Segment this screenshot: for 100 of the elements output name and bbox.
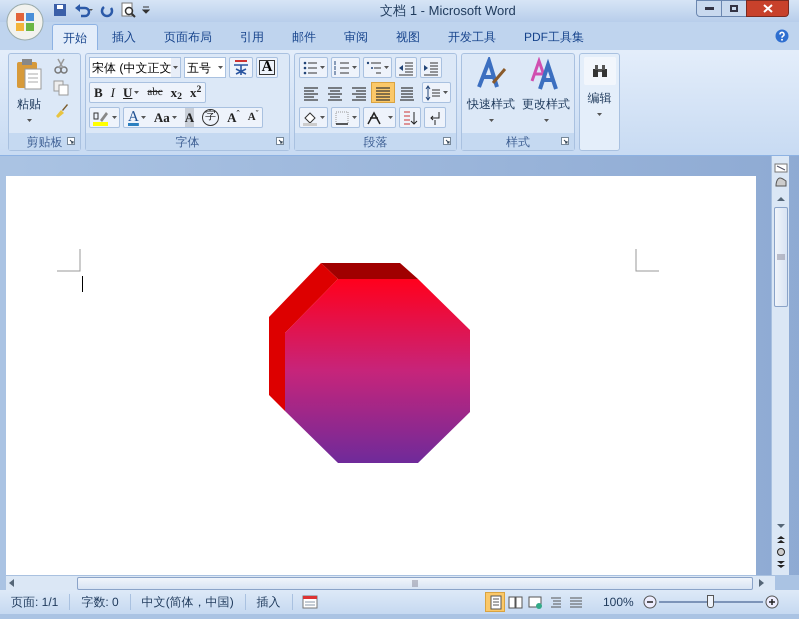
binoculars-icon [592,64,608,78]
dropdown-caret-icon [112,116,117,119]
paragraph-marks-button[interactable] [424,107,446,128]
minimize-button[interactable] [696,0,722,17]
font-format-button[interactable]: abc [143,83,167,102]
dialog-launcher-icon[interactable] [561,137,569,145]
dropdown-caret-icon [544,119,548,122]
align-right-icon [351,84,367,100]
line-spacing-icon [425,84,441,100]
highlight-button[interactable] [89,107,120,128]
dropdown-caret-icon [597,113,602,116]
scroll-left-arrow-icon[interactable] [8,579,14,587]
brush-icon[interactable] [53,102,69,118]
shading-bucket-button[interactable] [299,107,328,128]
scroll-up-arrow-icon[interactable] [776,196,784,201]
increase-indent-icon [423,60,439,76]
ribbon-tab[interactable]: PDF工具集 [510,24,598,50]
ribbon-tab[interactable]: 邮件 [278,24,330,50]
sort-button[interactable] [399,107,421,128]
group-label: 剪贴板 [26,134,62,150]
font-format-button[interactable]: Aa [150,108,181,127]
font-format-button[interactable]: A [124,108,150,127]
zoom-level-text: 100% [603,594,635,611]
scrollbar-thumb[interactable] [77,576,753,590]
ribbon-tab[interactable]: 开发工具 [434,24,510,50]
dropdown-caret-icon [352,116,357,119]
phonetic-guide-button[interactable] [229,57,253,78]
numbering-icon [334,60,350,76]
scissors-icon[interactable] [53,58,69,74]
zoom-in-icon[interactable] [765,595,779,609]
customize-menu-icon[interactable] [142,6,150,14]
ribbon-tab[interactable]: 插入 [98,24,150,50]
style-button[interactable]: 快速样式 [465,57,517,133]
undo-icon[interactable] [74,2,94,18]
ribbon-tab[interactable]: 页面布局 [150,24,226,50]
reading-view-icon [508,594,522,610]
numbering-button[interactable] [331,57,360,78]
line-spacing-button[interactable] [422,82,451,103]
font-format-button[interactable]: A$^{ˆ}$ [223,108,244,127]
calendar-icon[interactable] [302,595,318,609]
window-title: 文档 1 - Microsoft Word [380,2,516,20]
dropdown-caret-icon [488,119,494,122]
next-page-icon[interactable] [776,561,784,569]
close-button[interactable] [746,0,789,17]
scroll-down-arrow-icon[interactable] [776,524,784,529]
help-icon [775,29,789,43]
dropdown-caret-icon [218,66,223,69]
font-size-field[interactable]: 五号 [184,57,226,78]
font-format-button[interactable]: A$^{ˇ}$ [244,108,262,127]
previous-page-icon[interactable] [776,535,784,543]
decrease-indent-icon [398,60,414,76]
character-border-button[interactable]: A [256,57,278,78]
ribbon-tab[interactable]: 引用 [226,24,278,50]
justify-button[interactable] [371,82,395,103]
font-format-button[interactable]: x$_{2}$ [166,83,186,102]
ribbon-tab[interactable]: 开始 [52,24,98,50]
dialog-launcher-icon[interactable] [276,137,284,145]
text-cursor [82,276,83,292]
font-name-field[interactable]: 宋体 (中文正文 [89,57,181,78]
font-format-button[interactable]: x$^{2}$ [186,83,206,102]
print-preview-icon[interactable] [120,2,136,18]
chinese-layout-button[interactable] [363,107,396,128]
distributed-icon [399,84,415,100]
corner-mark-icon [635,249,659,272]
status-text: 中文(简体，中国) [130,594,246,610]
font-format-button[interactable]: I [106,83,120,102]
paste-button[interactable]: 粘贴 [9,54,49,133]
group-label: 段落 [364,134,388,150]
ribbon-tab[interactable]: 审阅 [330,24,382,50]
bullets-button[interactable] [299,57,328,78]
print-layout-icon [488,594,502,610]
bullets-icon [302,60,318,76]
browse-object-icon[interactable] [776,548,784,556]
align-left-icon [303,84,319,100]
restore-button[interactable] [722,0,746,17]
zoom-slider[interactable] [659,595,763,609]
view-button[interactable] [485,592,505,612]
shading-bucket-icon [302,110,318,126]
scroll-right-arrow-icon[interactable] [759,579,765,587]
borders-icon [334,110,350,126]
decrease-indent-button[interactable] [395,57,417,78]
grip-lines-icon [412,580,418,586]
dialog-launcher-icon[interactable] [443,137,451,145]
ribbon-tab[interactable]: 视图 [382,24,434,50]
multilevel-list-button[interactable] [363,57,392,78]
font-format-button[interactable]: U [119,83,144,102]
group-label: 样式 [506,134,530,150]
copy-icon[interactable] [53,80,69,96]
zoom-slider-thumb[interactable] [707,595,714,608]
increase-indent-button[interactable] [420,57,442,78]
style-button[interactable]: 更改样式 [520,57,572,133]
scrollbar-thumb[interactable] [774,207,788,307]
font-format-button[interactable]: B [90,83,107,102]
zoom-out-icon[interactable] [643,595,657,609]
dropdown-caret-icon [388,116,393,119]
corner-mark-icon [57,249,81,272]
status-text: 页面: 1/1 [0,594,70,610]
borders-button[interactable] [331,107,360,128]
dialog-launcher-icon[interactable] [67,137,75,145]
save-icon[interactable] [52,2,68,18]
